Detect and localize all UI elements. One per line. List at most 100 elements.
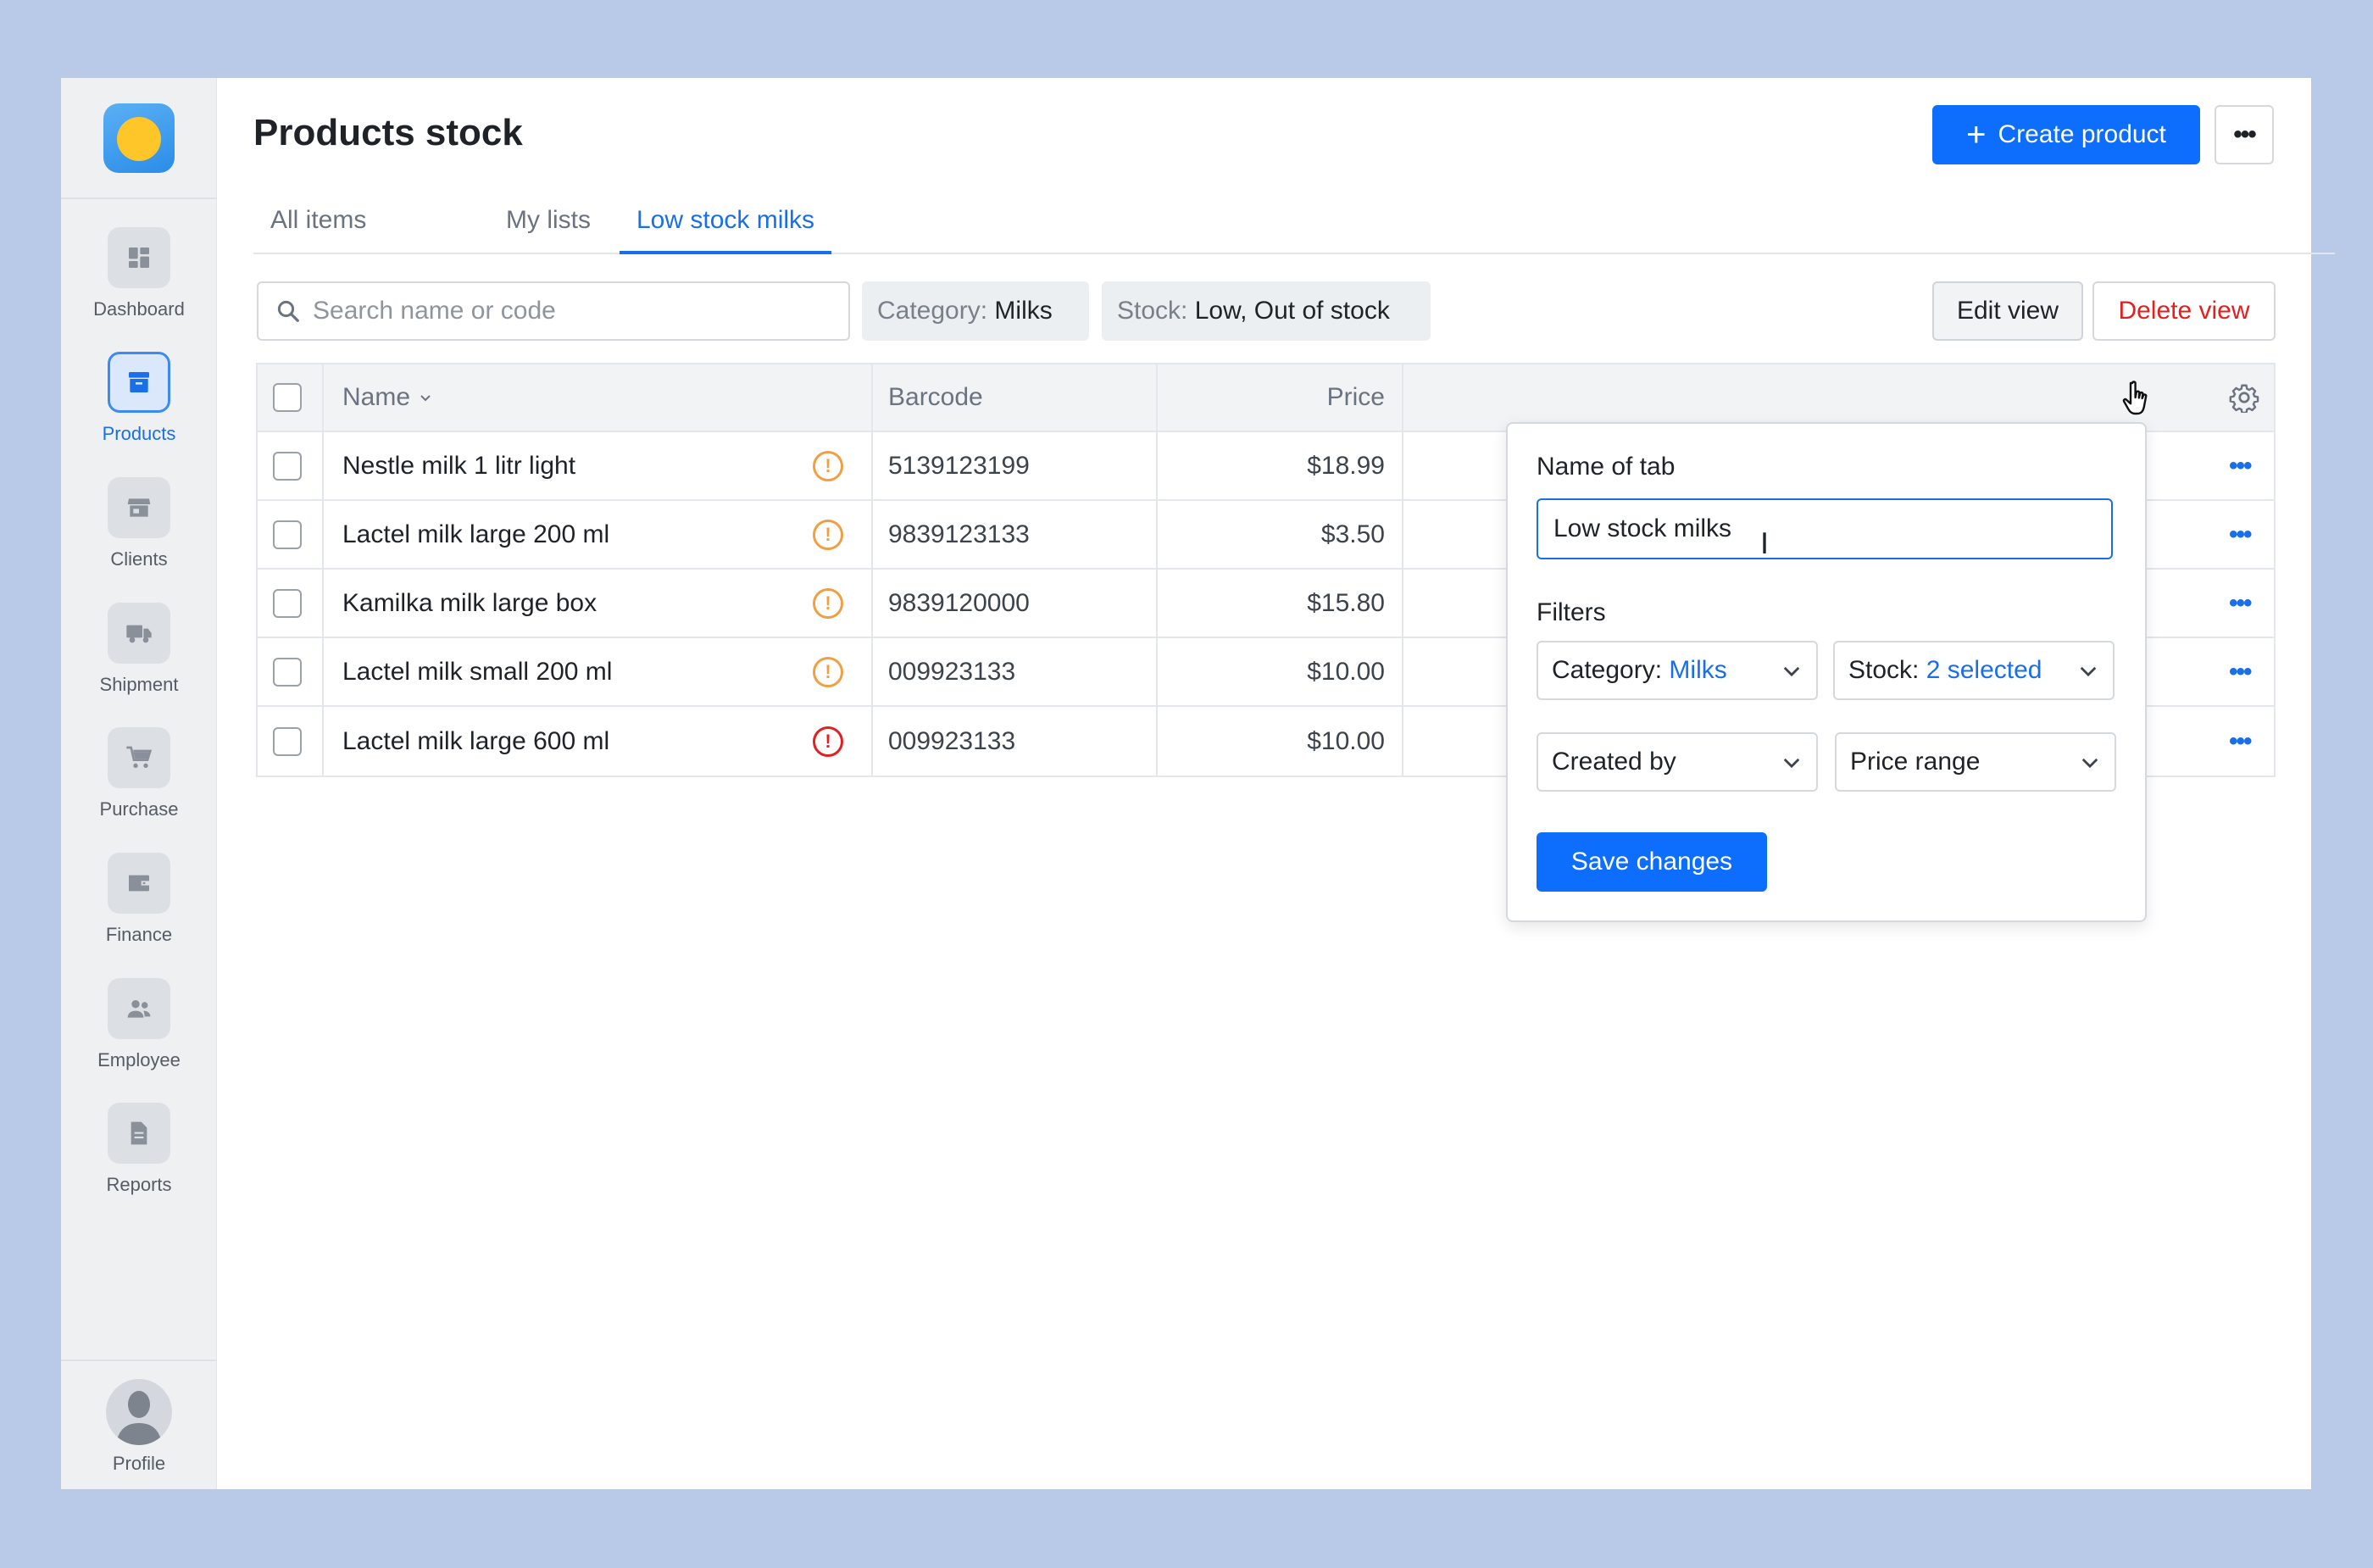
created-by-dropdown[interactable]: Created by xyxy=(1537,732,1818,792)
truck-icon xyxy=(108,603,170,664)
row-menu-cell: ••• xyxy=(2229,638,2252,705)
row-menu-cell: ••• xyxy=(2229,570,2252,637)
barcode-column-header[interactable]: Barcode xyxy=(888,364,983,431)
row-actions-menu[interactable]: ••• xyxy=(2229,452,2252,481)
edit-view-button[interactable]: Edit view xyxy=(1932,281,2083,341)
tab-all-items[interactable]: All items xyxy=(253,203,383,254)
column-divider xyxy=(871,432,873,499)
product-name[interactable]: Lactel milk large 200 ml xyxy=(342,501,609,568)
store-icon xyxy=(108,477,170,538)
chevron-down-icon xyxy=(1783,666,1800,677)
avatar[interactable] xyxy=(106,1379,172,1445)
column-divider xyxy=(1402,364,1403,431)
column-divider xyxy=(871,570,873,637)
sidebar-item-label: Shipment xyxy=(99,674,179,695)
sidebar-item-shipment[interactable]: Shipment xyxy=(61,603,217,713)
price-header-label: Price xyxy=(1326,383,1385,411)
create-product-button[interactable]: + Create product xyxy=(1932,105,2200,164)
sidebar-item-products[interactable]: Products xyxy=(61,352,217,462)
tab-low-stock-milks[interactable]: Low stock milks xyxy=(620,203,832,254)
wallet-icon xyxy=(108,853,170,914)
tab-my-lists[interactable]: My lists xyxy=(489,203,608,254)
product-name[interactable]: Kamilka milk large box xyxy=(342,570,597,637)
row-actions-menu[interactable]: ••• xyxy=(2229,520,2252,549)
sidebar-item-finance[interactable]: Finance xyxy=(61,853,217,963)
row-actions-menu[interactable]: ••• xyxy=(2229,589,2252,618)
category-filter-chip[interactable]: Category: Milks xyxy=(862,281,1089,341)
product-price: $18.99 xyxy=(1307,451,1385,480)
column-divider xyxy=(322,432,324,499)
sidebar-item-label: Clients xyxy=(110,548,168,570)
select-all-checkbox-cell xyxy=(273,364,302,431)
barcode-header-label: Barcode xyxy=(888,383,983,411)
product-name[interactable]: Lactel milk large 600 ml xyxy=(342,707,609,776)
row-checkbox[interactable] xyxy=(273,588,302,618)
price-range-dropdown[interactable]: Price range xyxy=(1835,732,2116,792)
column-divider xyxy=(1402,638,1403,705)
view-tabs: All items My lists Low stock milks xyxy=(253,203,2335,254)
sidebar-item-clients[interactable]: Clients xyxy=(61,477,217,587)
row-checkbox[interactable] xyxy=(273,451,302,481)
chip-key: Stock: xyxy=(1117,297,1188,325)
tab-name-input[interactable]: Low stock milks I xyxy=(1537,498,2113,561)
product-price: $10.00 xyxy=(1307,726,1385,755)
chevron-down-icon xyxy=(1783,758,1800,769)
low-stock-icon: ! xyxy=(813,656,843,687)
column-divider xyxy=(322,364,324,431)
sidebar-item-employee[interactable]: Employee xyxy=(61,978,217,1088)
row-actions-menu[interactable]: ••• xyxy=(2229,658,2252,687)
tab-name-value: Low stock milks xyxy=(1553,514,1732,542)
row-checkbox[interactable] xyxy=(273,657,302,687)
tab-name-label: Name of tab xyxy=(1537,453,1676,481)
dropdown-label: Price range xyxy=(1850,748,1981,776)
gear-icon[interactable] xyxy=(2229,382,2259,413)
select-all-checkbox[interactable] xyxy=(273,383,302,412)
name-column-header[interactable]: Name xyxy=(342,364,432,431)
stock-status-cell: ! xyxy=(813,638,843,705)
row-menu-cell: ••• xyxy=(2229,501,2252,568)
column-divider xyxy=(871,638,873,705)
sidebar-item-purchase[interactable]: Purchase xyxy=(61,727,217,837)
column-divider xyxy=(1402,707,1403,776)
search-input[interactable] xyxy=(313,297,821,325)
column-divider xyxy=(322,638,324,705)
column-divider xyxy=(1402,570,1403,637)
row-checkbox-cell xyxy=(273,432,302,499)
category-dropdown[interactable]: Category: Milks xyxy=(1537,641,1818,700)
product-barcode: 9839120000 xyxy=(888,588,1030,617)
dropdown-label: Created by xyxy=(1552,748,1676,776)
column-divider xyxy=(871,364,873,431)
chip-value: Milks xyxy=(994,297,1053,325)
product-name[interactable]: Nestle milk 1 litr light xyxy=(342,432,575,499)
chevron-down-icon xyxy=(420,395,431,402)
chip-key: Category: xyxy=(877,297,988,325)
product-name[interactable]: Lactel milk small 200 ml xyxy=(342,638,612,705)
document-icon xyxy=(108,1103,170,1164)
edit-view-popover: Name of tab Low stock milks I Filters Ca… xyxy=(1506,422,2147,922)
delete-view-button[interactable]: Delete view xyxy=(2092,281,2276,341)
row-checkbox[interactable] xyxy=(273,520,302,549)
search-box[interactable] xyxy=(257,281,850,341)
product-price: $3.50 xyxy=(1320,520,1385,548)
sidebar-item-dashboard[interactable]: Dashboard xyxy=(61,227,217,337)
profile-label[interactable]: Profile xyxy=(61,1453,217,1475)
app-logo[interactable] xyxy=(103,103,175,173)
sidebar-item-label: Employee xyxy=(97,1049,181,1070)
price-column-header[interactable]: Price xyxy=(1156,364,1385,431)
stock-dropdown[interactable]: Stock: 2 selected xyxy=(1833,641,2115,700)
stock-filter-chip[interactable]: Stock: Low, Out of stock xyxy=(1102,281,1431,341)
save-changes-button[interactable]: Save changes xyxy=(1537,832,1767,892)
row-checkbox[interactable] xyxy=(273,726,302,756)
column-divider xyxy=(322,570,324,637)
sidebar-item-label: Finance xyxy=(105,924,173,945)
more-options-button[interactable]: ••• xyxy=(2215,105,2274,164)
filters-label: Filters xyxy=(1537,598,1606,626)
product-barcode: 9839123133 xyxy=(888,520,1030,548)
product-price: $15.80 xyxy=(1307,588,1385,617)
page-title: Products stock xyxy=(253,112,523,153)
sidebar-item-reports[interactable]: Reports xyxy=(61,1103,217,1213)
app-window: Dashboard Products Clients Shipment Purc… xyxy=(61,78,2335,1489)
table-settings-cell xyxy=(2229,364,2259,431)
column-divider xyxy=(322,501,324,568)
row-actions-menu[interactable]: ••• xyxy=(2229,727,2252,756)
